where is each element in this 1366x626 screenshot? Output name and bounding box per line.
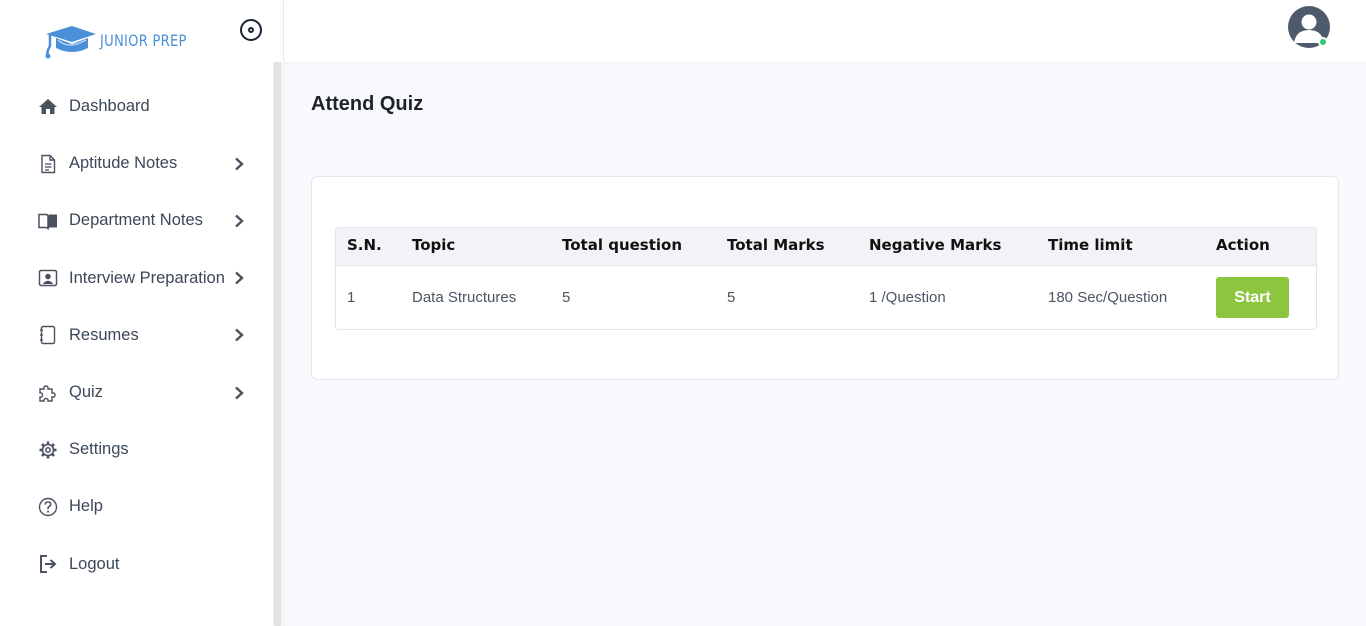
sidebar-item-label: Settings	[69, 440, 129, 459]
column-header-topic: Topic	[412, 236, 456, 254]
table-row: 1 Data Structures 5 5 1 /Question 180 Se…	[336, 266, 1316, 329]
chevron-right-icon	[235, 214, 244, 228]
gear-icon	[37, 439, 59, 461]
puzzle-icon	[37, 382, 59, 404]
sidebar-toggle-button[interactable]	[240, 19, 262, 41]
sidebar-item-label: Department Notes	[69, 211, 203, 230]
sidebar-nav: Dashboard Aptitude Notes Department Note…	[0, 78, 273, 593]
cell-total-marks: 5	[727, 289, 736, 306]
chevron-right-icon	[235, 386, 244, 399]
table-header-row: S.N. Topic Total question Total Marks Ne…	[336, 228, 1316, 266]
column-header-total-marks: Total Marks	[727, 236, 825, 254]
sidebar-item-dashboard[interactable]: Dashboard	[0, 78, 273, 135]
page-title: Attend Quiz	[311, 93, 424, 115]
cell-total-question: 5	[562, 289, 571, 306]
online-status-badge	[1318, 37, 1328, 47]
sidebar: JUNIOR PREP Dashboard Aptitude Notes Dep…	[0, 0, 284, 626]
sidebar-item-department-notes[interactable]: Department Notes	[0, 192, 273, 249]
notebook-icon	[37, 324, 59, 346]
sidebar-item-interview-preparation[interactable]: Interview Preparation	[0, 250, 273, 307]
help-icon	[37, 496, 59, 518]
quiz-card: S.N. Topic Total question Total Marks Ne…	[311, 176, 1339, 380]
sidebar-item-label: Aptitude Notes	[69, 154, 178, 173]
id-card-icon	[37, 267, 59, 289]
sidebar-item-settings[interactable]: Settings	[0, 421, 273, 478]
sidebar-item-label: Resumes	[69, 325, 139, 344]
sidebar-item-label: Quiz	[69, 383, 103, 402]
column-header-negative-marks: Negative Marks	[869, 236, 1002, 254]
graduation-cap-icon	[45, 26, 96, 59]
column-header-sn: S.N.	[347, 236, 382, 254]
column-header-time-limit: Time limit	[1048, 236, 1133, 254]
sidebar-item-help[interactable]: Help	[0, 478, 273, 535]
cell-sn: 1	[347, 289, 356, 306]
toggle-dot-icon	[248, 27, 254, 33]
sidebar-item-label: Dashboard	[69, 97, 150, 116]
cell-topic: Data Structures	[412, 289, 517, 306]
home-icon	[37, 96, 59, 118]
sidebar-scrollbar[interactable]	[273, 62, 282, 626]
column-header-action: Action	[1216, 236, 1270, 254]
cell-time-limit: 180 Sec/Question	[1048, 289, 1168, 306]
sidebar-item-quiz[interactable]: Quiz	[0, 364, 273, 421]
sidebar-item-label: Logout	[69, 554, 120, 573]
chevron-right-icon	[235, 271, 244, 285]
sidebar-item-aptitude-notes[interactable]: Aptitude Notes	[0, 135, 273, 192]
sidebar-item-label: Interview Preparation	[69, 268, 225, 287]
sidebar-item-resumes[interactable]: Resumes	[0, 307, 273, 364]
chevron-right-icon	[235, 157, 244, 171]
brand-name: JUNIOR PREP	[100, 30, 187, 50]
logout-icon	[37, 553, 59, 575]
start-quiz-button[interactable]: Start	[1216, 277, 1289, 318]
quiz-table: S.N. Topic Total question Total Marks Ne…	[335, 227, 1317, 330]
book-icon	[37, 210, 59, 232]
sidebar-item-label: Help	[69, 497, 103, 516]
cell-negative-marks: 1 /Question	[869, 289, 946, 306]
document-icon	[37, 153, 59, 175]
sidebar-item-logout[interactable]: Logout	[0, 536, 273, 593]
column-header-total-question: Total question	[562, 236, 683, 254]
topbar	[284, 0, 1366, 62]
brand[interactable]: JUNIOR PREP	[42, 20, 206, 60]
sidebar-scrollbar-thumb[interactable]	[274, 62, 281, 626]
chevron-right-icon	[235, 328, 244, 342]
